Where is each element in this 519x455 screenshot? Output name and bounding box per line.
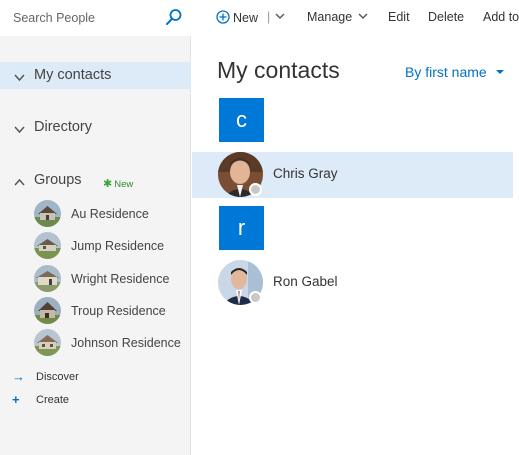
discover-label: Discover (36, 371, 79, 383)
page-title: My contacts (217, 57, 340, 83)
add-circle-icon (216, 10, 230, 24)
sort-dropdown-label: By first name (405, 64, 487, 80)
letter-header: r (219, 206, 264, 250)
search-box[interactable]: Search People (0, 0, 191, 36)
group-label: Jump Residence (71, 239, 165, 253)
chevron-down-icon (14, 70, 25, 82)
caret-down-icon (495, 70, 504, 74)
manage-button[interactable]: Manage (307, 10, 368, 24)
search-icon[interactable] (165, 8, 183, 26)
edit-button[interactable]: Edit (388, 10, 410, 24)
create-label: Create (36, 394, 70, 406)
plus-icon: + (12, 392, 20, 407)
nav-groups[interactable]: Groups (0, 167, 191, 194)
house-thumbnail (34, 200, 61, 227)
group-item-troup-residence[interactable]: Troup Residence (34, 297, 190, 325)
nav-directory[interactable]: Directory (0, 114, 191, 141)
group-item-au-residence[interactable]: Au Residence (34, 200, 190, 228)
presence-indicator (249, 183, 262, 196)
group-label: Johnson Residence (71, 336, 181, 350)
arrow-right-icon: → (12, 369, 25, 384)
nav-directory-label: Directory (34, 119, 93, 135)
discover-link[interactable]: → Discover (12, 368, 132, 386)
toolbar: New | Manage Edit Delete Add to (192, 0, 519, 36)
new-button-label: New (233, 11, 259, 25)
nav-groups-label: Groups (34, 172, 82, 188)
sort-dropdown[interactable]: By first name (405, 64, 505, 80)
house-thumbnail (34, 232, 61, 259)
chevron-down-icon (275, 13, 285, 19)
chevron-up-icon (14, 175, 25, 186)
group-item-johnson-residence[interactable]: Johnson Residence (34, 329, 190, 357)
new-badge-label: New (114, 179, 134, 190)
new-dropdown-button[interactable] (275, 10, 285, 24)
search-input[interactable]: Search People (13, 11, 95, 25)
group-label: Troup Residence (71, 304, 166, 318)
nav-my-contacts-label: My contacts (34, 67, 112, 83)
house-thumbnail (34, 329, 61, 356)
nav-my-contacts[interactable]: My contacts (0, 62, 191, 89)
manage-button-label: Manage (307, 10, 353, 24)
group-item-jump-residence[interactable]: Jump Residence (34, 232, 190, 260)
presence-indicator (249, 291, 262, 304)
contact-name: Ron Gabel (273, 274, 338, 289)
create-link[interactable]: + Create (12, 391, 132, 409)
separator: | (267, 10, 271, 24)
group-label: Wright Residence (71, 272, 170, 286)
delete-button[interactable]: Delete (428, 10, 464, 24)
group-item-wright-residence[interactable]: Wright Residence (34, 265, 190, 293)
add-to-button[interactable]: Add to (483, 10, 519, 24)
letter-header: c (219, 98, 264, 142)
new-button[interactable]: New (216, 10, 258, 25)
sparkle-icon: ✱ (103, 178, 113, 190)
new-badge: ✱ New (103, 177, 133, 190)
contact-row-chris-gray[interactable]: Chris Gray (192, 152, 513, 198)
group-label: Au Residence (71, 207, 149, 221)
chevron-down-icon (358, 13, 368, 19)
chevron-down-icon (14, 122, 25, 134)
house-thumbnail (34, 297, 61, 324)
sidebar: Search People My contacts Directory Grou… (0, 0, 191, 455)
contact-name: Chris Gray (273, 166, 338, 181)
contact-row-ron-gabel[interactable]: Ron Gabel (192, 260, 513, 306)
house-thumbnail (34, 265, 61, 292)
